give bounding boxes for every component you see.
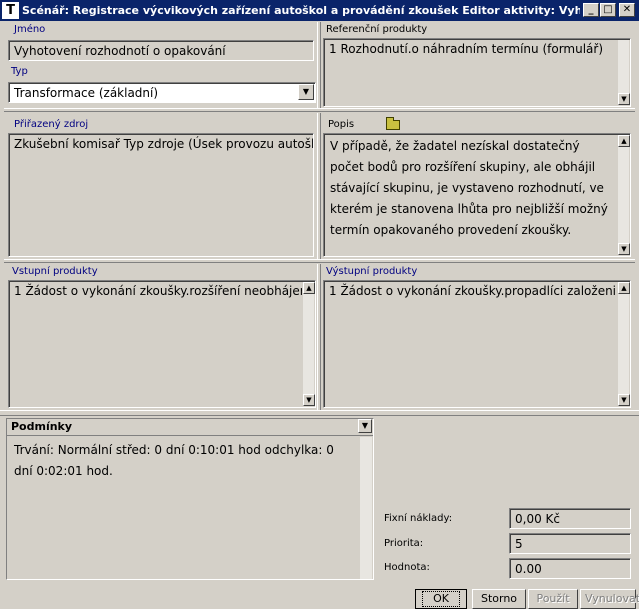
output-product-item[interactable]: 1 Žádost o vykonání zkoušky.propadlíci z… — [329, 284, 616, 298]
conditions-scrollbar[interactable] — [359, 437, 372, 579]
source-label: Přiřazený zdroj — [14, 119, 89, 130]
scroll-up-icon[interactable]: ▲ — [618, 135, 630, 147]
output-products-list[interactable]: 1 Žádost o vykonání zkoušky.propadlíci z… — [323, 280, 631, 408]
type-label: Typ — [11, 66, 28, 77]
ref-products-list[interactable]: 1 Rozhodnutí.o náhradním termínu (formul… — [323, 38, 631, 107]
output-products-scrollbar[interactable]: ▲ ▼ — [617, 282, 630, 406]
close-button[interactable]: ✕ — [619, 3, 635, 17]
value-field[interactable]: 0.00 — [509, 558, 631, 579]
splitter-middle[interactable] — [317, 113, 321, 260]
description-scrollbar[interactable]: ▲ ▼ — [617, 135, 630, 255]
splitter-row-1[interactable] — [4, 108, 635, 112]
apply-button[interactable]: Použít — [528, 589, 578, 609]
input-products-scrollbar[interactable]: ▲ ▼ — [302, 282, 315, 406]
priority-field[interactable]: 5 — [509, 533, 631, 554]
output-products-label: Výstupní produkty — [326, 266, 418, 277]
ok-button[interactable]: OK — [415, 589, 467, 609]
scroll-down-icon[interactable]: ▼ — [618, 93, 630, 105]
title-bar[interactable]: T Scénář: Registrace výcvikových zařízen… — [0, 0, 639, 21]
conditions-header[interactable]: Podmínky ▼ — [7, 419, 373, 436]
folder-icon[interactable] — [386, 117, 400, 130]
name-field[interactable]: Vyhotovení rozhodnotí o opakování — [8, 40, 314, 61]
input-products-label: Vstupní produkty — [12, 266, 98, 277]
maximize-button[interactable]: □ — [600, 3, 616, 17]
ref-product-item[interactable]: 1 Rozhodnutí.o náhradním termínu (formul… — [329, 42, 614, 56]
description-text[interactable]: V případě, že žadatel nezískal dostatečn… — [323, 133, 631, 257]
conditions-panel: Podmínky ▼ Trvání: Normální střed: 0 dní… — [6, 418, 374, 580]
splitter-bottom[interactable] — [317, 264, 321, 410]
priority-label: Priorita: — [384, 538, 424, 549]
ref-products-label: Referenční produkty — [326, 24, 428, 35]
ok-button-label: OK — [422, 591, 460, 607]
activity-editor-window: T Scénář: Registrace výcvikových zařízen… — [0, 0, 639, 609]
input-product-item[interactable]: 1 Žádost o vykonání zkoušky.rozšíření ne… — [14, 284, 307, 298]
window-title: Scénář: Registrace výcvikových zařízení … — [22, 4, 580, 17]
fixed-costs-label: Fixní náklady: — [384, 513, 453, 524]
conditions-title: Podmínky — [11, 420, 73, 433]
source-field[interactable]: Zkušební komisař Typ zdroje (Úsek provoz… — [8, 133, 314, 257]
conditions-text: Trvání: Normální střed: 0 dní 0:10:01 ho… — [14, 443, 334, 478]
minimize-button[interactable]: _ — [583, 3, 599, 17]
type-select-value: Transformace (základní) — [14, 86, 159, 100]
scroll-up-icon[interactable]: ▲ — [618, 282, 630, 294]
scroll-down-icon[interactable]: ▼ — [303, 394, 315, 406]
scroll-up-icon[interactable]: ▲ — [303, 282, 315, 294]
scroll-down-icon[interactable]: ▼ — [618, 394, 630, 406]
type-select[interactable]: Transformace (základní) ▼ — [8, 82, 316, 103]
chevron-down-icon[interactable]: ▼ — [358, 419, 372, 433]
splitter-top[interactable] — [317, 22, 321, 110]
description-label: Popis — [328, 119, 355, 130]
input-products-list[interactable]: 1 Žádost o vykonání zkoušky.rozšíření ne… — [8, 280, 316, 408]
cancel-button[interactable]: Storno — [472, 589, 526, 609]
app-icon: T — [2, 2, 19, 19]
scroll-down-icon[interactable]: ▼ — [618, 243, 630, 255]
splitter-row-3[interactable] — [0, 410, 639, 416]
value-label: Hodnota: — [384, 562, 430, 573]
ref-products-scrollbar[interactable]: ▼ — [617, 40, 630, 105]
reset-button[interactable]: Vynulovat — [580, 589, 639, 609]
chevron-down-icon[interactable]: ▼ — [298, 84, 314, 100]
name-label: Jméno — [14, 24, 46, 35]
splitter-row-2[interactable] — [4, 259, 635, 263]
fixed-costs-field[interactable]: 0,00 Kč — [509, 508, 631, 529]
